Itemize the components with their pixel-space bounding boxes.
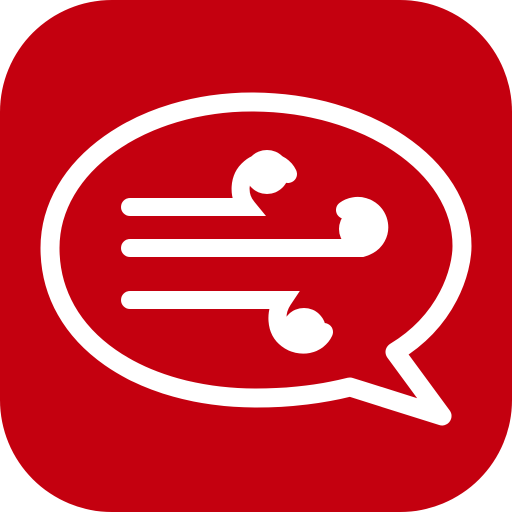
app-icon-graphic	[0, 0, 512, 512]
wind-curl-bottom	[282, 308, 326, 352]
app-icon[interactable]	[0, 0, 512, 512]
wind-curl-top	[245, 150, 289, 194]
wind-curl-middle	[339, 207, 383, 251]
